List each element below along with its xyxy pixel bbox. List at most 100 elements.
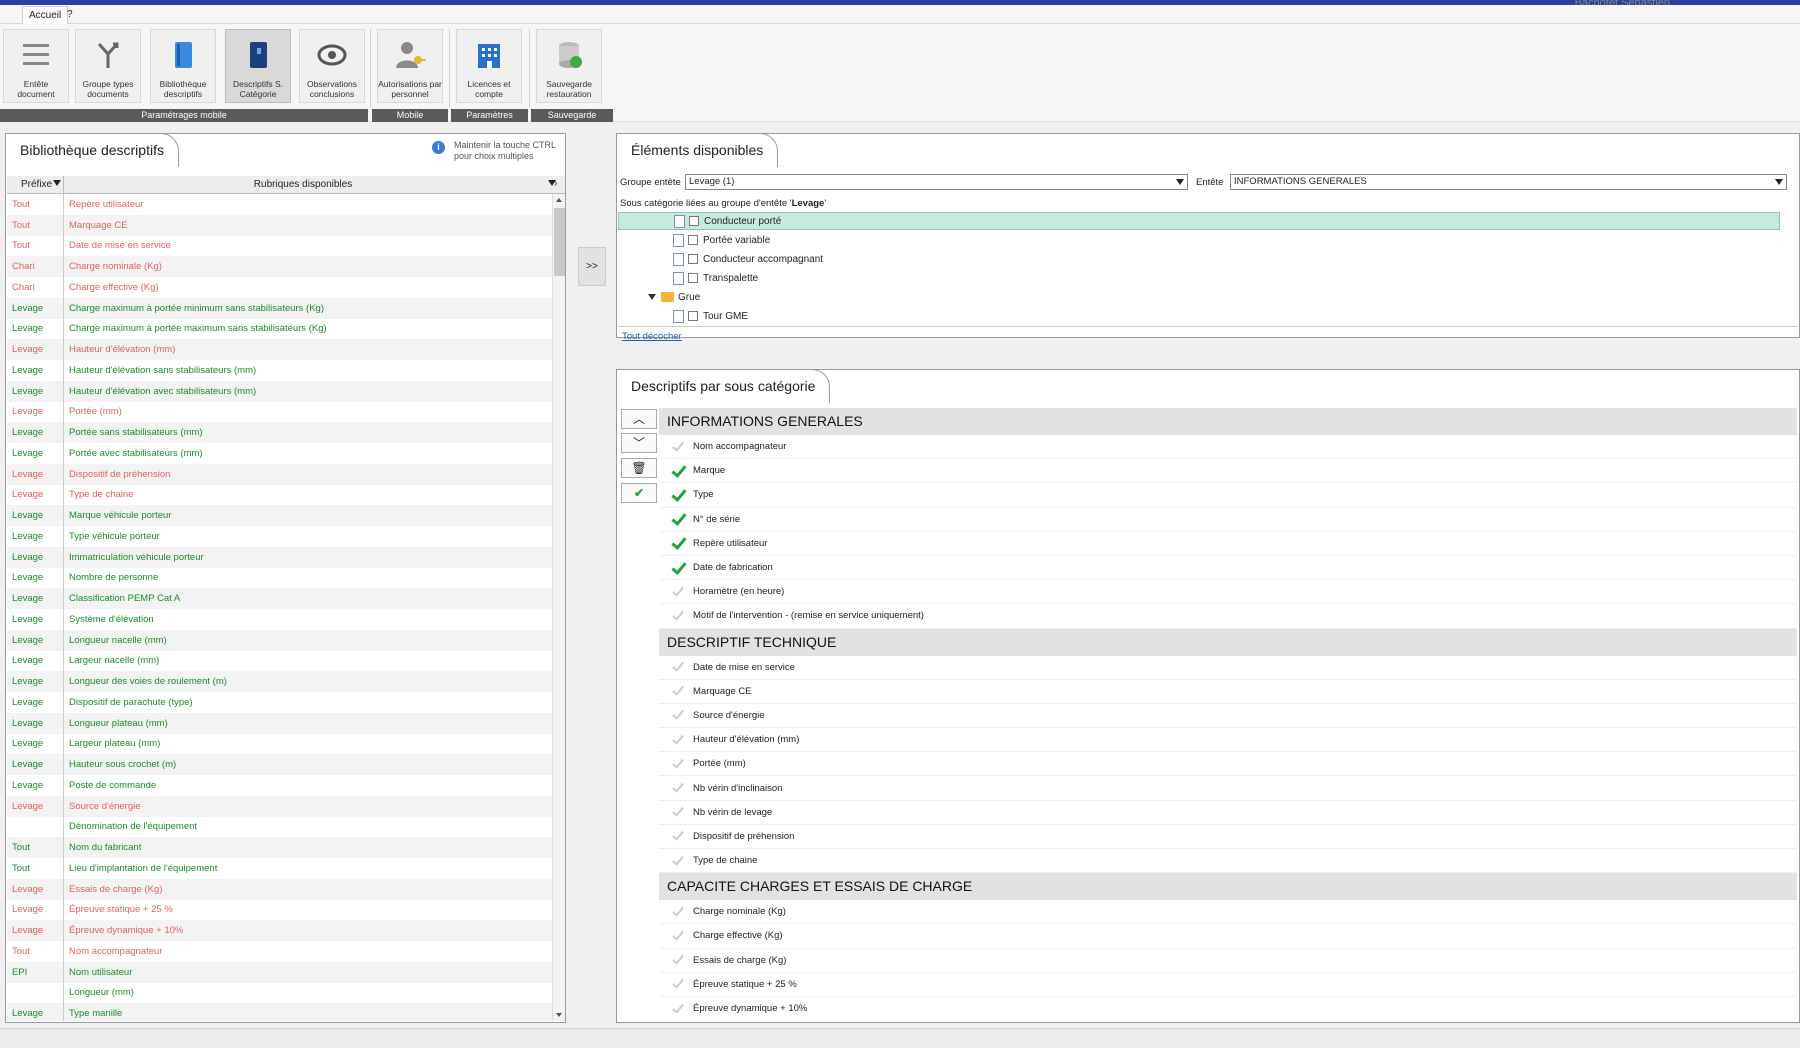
scroll-thumb[interactable] [554,208,565,276]
checkbox[interactable] [689,216,699,226]
descriptif-item[interactable]: Portée (mm) [659,752,1797,777]
scroll-down-icon[interactable] [556,1013,562,1017]
table-row[interactable]: Levage Type manille [7,1003,552,1021]
checkmark-icon[interactable] [671,955,685,965]
descriptif-item[interactable]: Date de fabrication [659,556,1797,581]
table-row[interactable]: Levage Classification PEMP Cat A [7,588,552,609]
table-row[interactable]: Levage Source d'énergie [7,795,552,817]
tree-item-portee-variable[interactable]: Portée variable [673,231,770,249]
checkbox[interactable] [688,311,698,321]
bibliotheque-descriptifs-button[interactable]: Bibliothèque descriptifs [150,29,216,103]
tree-item-tour-gme[interactable]: Tour GME [673,307,748,325]
groupe-types-documents-button[interactable]: Groupe types documents [75,29,141,103]
section-header[interactable]: DESCRIPTIF TECHNIQUE [659,628,1797,656]
descriptif-item[interactable]: Hauteur d'élévation (mm) [659,728,1797,753]
checkbox[interactable] [688,254,698,264]
table-row[interactable]: Tout Repère utilisateur [7,194,552,215]
tree-folder-grue[interactable]: Grue [648,288,700,306]
descriptif-item[interactable]: Repère utilisateur [659,532,1797,556]
table-row[interactable]: Levage Hauteur d'élévation avec stabilisa… [7,380,552,402]
column-header-rubriques[interactable]: Rubriques disponibles [64,176,556,194]
checkmark-icon[interactable] [671,490,685,500]
table-row[interactable]: Levage Largeur nacelle (mm) [7,650,552,672]
checkmark-icon[interactable] [671,931,685,941]
descriptif-item[interactable]: Charge effective (Kg) [659,924,1797,949]
checkmark-icon[interactable] [671,442,685,452]
descriptif-item[interactable]: Dispositif de préhension [659,825,1797,849]
delete-button[interactable]: 🗑 [621,458,657,478]
descriptif-item[interactable]: Horamètre (en heure) [659,580,1797,605]
descriptif-item[interactable]: Nom accompagnateur [659,435,1797,460]
table-row[interactable]: Levage Épreuve dynamique + 10% [7,920,552,941]
table-row[interactable]: Levage Dispositif de préhension [7,463,552,485]
table-row[interactable]: Levage Type de chaine [7,484,552,506]
checkmark-icon[interactable] [671,856,685,866]
section-header[interactable]: CAPACITE CHARGES ET ESSAIS DE CHARGE [659,873,1797,901]
column-header-prefix[interactable]: Préfixe [7,176,64,194]
descriptif-item[interactable]: Épreuve statique + 25 % [659,973,1797,997]
table-row[interactable]: Tout Marquage CE [7,214,552,236]
checkmark-icon[interactable] [671,735,685,745]
checkmark-icon[interactable] [671,979,685,989]
licences-et-compte-button[interactable]: Licences et compte [456,29,522,103]
table-row[interactable]: Levage Longueur nacelle (mm) [7,629,552,651]
expand-triangle-icon[interactable] [648,294,656,300]
table-row[interactable]: EPI Nom utilisateur [7,961,552,983]
table-row[interactable]: Levage Type véhicule porteur [7,526,552,547]
tree-item-conducteur-accompagnant[interactable]: Conducteur accompagnant [673,250,823,268]
table-row[interactable]: Levage Système d'élévation [7,609,552,630]
scroll-up-icon[interactable] [556,198,562,202]
library-scrollbar[interactable] [552,194,565,1021]
table-row[interactable]: Levage Longueur plateau (mm) [7,712,552,734]
table-row[interactable]: Levage Charge maximum à portée minimum sa… [7,297,552,319]
table-row[interactable]: Longueur (mm) [7,982,552,1004]
tree-item-transpalette[interactable]: Transpalette [673,269,758,287]
descriptif-item[interactable]: Nb vérin d'inclinaison [659,776,1797,801]
table-row[interactable]: Levage Portée avec stabilisateurs (mm) [7,443,552,464]
checkmark-icon[interactable] [671,1004,685,1014]
autorisations-par-personnel-button[interactable]: Autorisations par personnel [377,29,443,103]
table-row[interactable]: Levage Portée (mm) [7,401,552,423]
table-row[interactable]: Tout Nom du fabricant [7,837,552,858]
descriptif-item[interactable]: Source d'énergie [659,704,1797,729]
entete-document-button[interactable]: Entête document [3,29,69,103]
table-row[interactable]: Levage Largeur plateau (mm) [7,733,552,755]
checkmark-icon[interactable] [671,514,685,524]
move-up-button[interactable]: ︿ [621,409,657,429]
tab-accueil[interactable]: Accueil [22,6,69,24]
checkmark-icon[interactable] [671,686,685,696]
group-header-select[interactable]: Levage (1) [685,174,1188,190]
uncheck-all-link[interactable]: Tout décocher [622,331,682,342]
descriptif-item[interactable]: Motif de l'intervention - (remise en ser… [659,604,1797,629]
table-row[interactable]: Levage Poste de commande [7,775,552,796]
observations-conclusions-button[interactable]: Observations conclusions [299,29,365,103]
table-row[interactable]: Levage Charge maximum à portée maximum sa… [7,318,552,340]
filter-icon[interactable] [53,180,61,186]
table-row[interactable]: Levage Longueur des voies de roulement (m… [7,671,552,692]
checkmark-icon[interactable] [671,907,685,917]
descriptif-item[interactable]: Épreuve dynamique + 10% [659,997,1797,1020]
table-row[interactable]: Levage Dispositif de parachute (type) [7,692,552,713]
table-row[interactable]: Levage Marque véhicule porteur [7,505,552,526]
checkmark-icon[interactable] [671,710,685,720]
sauvegarde-restauration-button[interactable]: Sauvegarde restauration [536,29,602,103]
checkmark-icon[interactable] [671,783,685,793]
descriptif-item[interactable]: Nb vérin de levage [659,801,1797,825]
checkmark-icon[interactable] [671,807,685,817]
table-row[interactable]: Levage Hauteur d'élévation (mm) [7,339,552,360]
table-row[interactable]: Tout Date de mise en service [7,235,552,257]
table-row[interactable]: Levage Essais de charge (Kg) [7,878,552,900]
checkmark-icon[interactable] [671,587,685,597]
table-row[interactable]: Levage Épreuve statique + 25 % [7,899,552,921]
checkmark-icon[interactable] [671,538,685,548]
chevron-right-icon[interactable]: › [554,178,557,189]
table-row[interactable]: Chari Charge nominale (Kg) [7,256,552,277]
validate-button[interactable]: ✔ [621,483,657,503]
table-row[interactable]: Levage Immatriculation véhicule porteur [7,546,552,568]
descriptif-item[interactable]: Essais de charge (Kg) [659,949,1797,973]
table-row[interactable]: Levage Hauteur d'élévation sans stabilisa… [7,360,552,381]
tab-help[interactable]: ? [67,9,73,20]
checkbox[interactable] [688,235,698,245]
move-down-button[interactable]: ﹀ [621,433,657,453]
checkbox[interactable] [688,273,698,283]
